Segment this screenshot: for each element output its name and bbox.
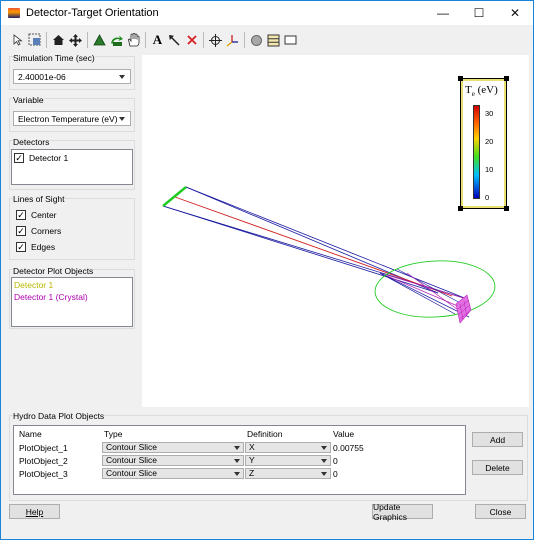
window-title: Detector-Target Orientation <box>26 7 159 19</box>
row-1-definition-select[interactable]: X <box>245 442 331 453</box>
col-header-definition: Definition <box>247 429 283 439</box>
help-button[interactable]: Help <box>9 504 60 519</box>
corners-checkbox[interactable]: ✓ Corners <box>16 226 61 236</box>
row-2-name: PlotObject_2 <box>19 456 68 466</box>
colorbar-tick: 30 <box>485 109 494 118</box>
frame-icon[interactable] <box>282 31 299 49</box>
pointer-icon[interactable] <box>9 31 26 49</box>
hydro-label: Hydro Data Plot Objects <box>13 411 105 421</box>
plot-objects-label: Detector Plot Objects <box>13 266 94 276</box>
close-window-button[interactable]: ✕ <box>497 1 533 25</box>
sim-time-value: 2.40001e-06 <box>18 71 66 82</box>
crystal-mesh <box>455 294 472 324</box>
row-2-type-select[interactable]: Contour Slice <box>102 455 244 466</box>
axes-icon[interactable] <box>224 31 241 49</box>
colorbar-gradient <box>473 105 480 199</box>
center-checkbox[interactable]: ✓ Center <box>16 210 57 220</box>
colorbar-box: Te (eV) 30 20 10 0 <box>460 78 507 209</box>
circle-icon[interactable] <box>248 31 265 49</box>
edges-label: Edges <box>31 242 56 252</box>
triangle-icon[interactable] <box>91 31 108 49</box>
edges-checkbox[interactable]: ✓ Edges <box>16 242 55 252</box>
sim-time-label: Simulation Time (sec) <box>13 53 95 63</box>
colorbar-tick: 10 <box>485 165 494 174</box>
colorbar-tick: 0 <box>485 193 490 202</box>
resize-handle[interactable] <box>504 76 509 81</box>
row-3-definition-select[interactable]: Z <box>245 468 331 479</box>
pan-icon[interactable] <box>67 31 84 49</box>
check-icon: ✓ <box>16 225 26 236</box>
colorbar-tick: 20 <box>485 137 494 146</box>
chevron-down-icon <box>321 459 327 463</box>
detectors-list[interactable]: ✓ Detector 1 <box>11 149 133 185</box>
row-3-name: PlotObject_3 <box>19 469 68 479</box>
3d-viewport[interactable]: Te (eV) 30 20 10 0 <box>142 55 529 407</box>
row-1-type-select[interactable]: Contour Slice <box>102 442 244 453</box>
detector-1-label: Detector 1 <box>29 153 69 163</box>
col-header-type: Type <box>104 429 123 439</box>
toolbar: A <box>9 29 299 51</box>
center-label: Center <box>31 210 57 220</box>
row-2-value[interactable]: 0 <box>333 456 338 466</box>
resize-handle[interactable] <box>504 206 509 211</box>
crosshair-icon[interactable] <box>207 31 224 49</box>
col-header-value: Value <box>333 429 355 439</box>
row-1-value[interactable]: 0.00755 <box>333 443 364 453</box>
hydro-table: Name Type Definition Value PlotObject_1 … <box>13 425 466 495</box>
arrow-icon[interactable] <box>166 31 183 49</box>
variable-value: Electron Temperature (eV) <box>18 113 118 124</box>
row-3-type-select[interactable]: Contour Slice <box>102 468 244 479</box>
chevron-down-icon <box>321 446 327 450</box>
plot-object-detector-1-crystal[interactable]: Detector 1 (Crystal) <box>14 292 88 302</box>
rotate-icon[interactable] <box>108 31 125 49</box>
plot-object-detector-1[interactable]: Detector 1 <box>14 280 53 290</box>
corners-label: Corners <box>31 226 62 236</box>
variable-select[interactable]: Electron Temperature (eV) <box>13 111 131 126</box>
maximize-button[interactable]: ☐ <box>461 1 497 25</box>
row-1-name: PlotObject_1 <box>19 443 68 453</box>
col-header-name: Name <box>19 429 42 439</box>
row-2-definition-select[interactable]: Y <box>245 455 331 466</box>
chevron-down-icon <box>234 472 240 476</box>
check-icon: ✓ <box>16 209 26 220</box>
home-icon[interactable] <box>50 31 67 49</box>
close-button[interactable]: Close <box>475 504 526 519</box>
sim-time-select[interactable]: 2.40001e-06 <box>13 69 131 84</box>
title-bar: Detector-Target Orientation — ☐ ✕ <box>1 1 533 25</box>
delete-button[interactable]: Delete <box>472 460 523 475</box>
update-graphics-button[interactable]: Update Graphics <box>372 502 433 522</box>
colorbar-title: Te (eV) <box>465 84 498 99</box>
detector-plane <box>162 186 187 207</box>
delete-icon[interactable] <box>183 31 200 49</box>
row-3-value[interactable]: 0 <box>333 469 338 479</box>
chevron-down-icon <box>234 459 240 463</box>
detectors-label: Detectors <box>13 137 50 147</box>
text-icon[interactable]: A <box>149 31 166 49</box>
app-icon <box>8 8 20 18</box>
grid-icon[interactable] <box>265 31 282 49</box>
select-box-icon[interactable] <box>26 31 43 49</box>
chevron-down-icon <box>119 117 125 121</box>
check-icon: ✓ <box>16 241 26 252</box>
resize-handle[interactable] <box>458 206 463 211</box>
resize-handle[interactable] <box>458 76 463 81</box>
chevron-down-icon <box>234 446 240 450</box>
plot-objects-list[interactable]: Detector 1 Detector 1 (Crystal) <box>11 277 133 327</box>
check-icon: ✓ <box>14 152 24 163</box>
add-button[interactable]: Add <box>472 432 523 447</box>
chevron-down-icon <box>321 472 327 476</box>
hand-icon[interactable] <box>125 31 142 49</box>
chevron-down-icon <box>119 75 125 79</box>
variable-label: Variable <box>13 95 44 105</box>
detector-1-checkbox[interactable]: ✓ Detector 1 <box>14 153 68 163</box>
lines-of-sight-label: Lines of Sight <box>13 194 65 204</box>
minimize-button[interactable]: — <box>425 1 461 25</box>
app-window: Detector-Target Orientation — ☐ ✕ A Simu… <box>0 0 534 540</box>
